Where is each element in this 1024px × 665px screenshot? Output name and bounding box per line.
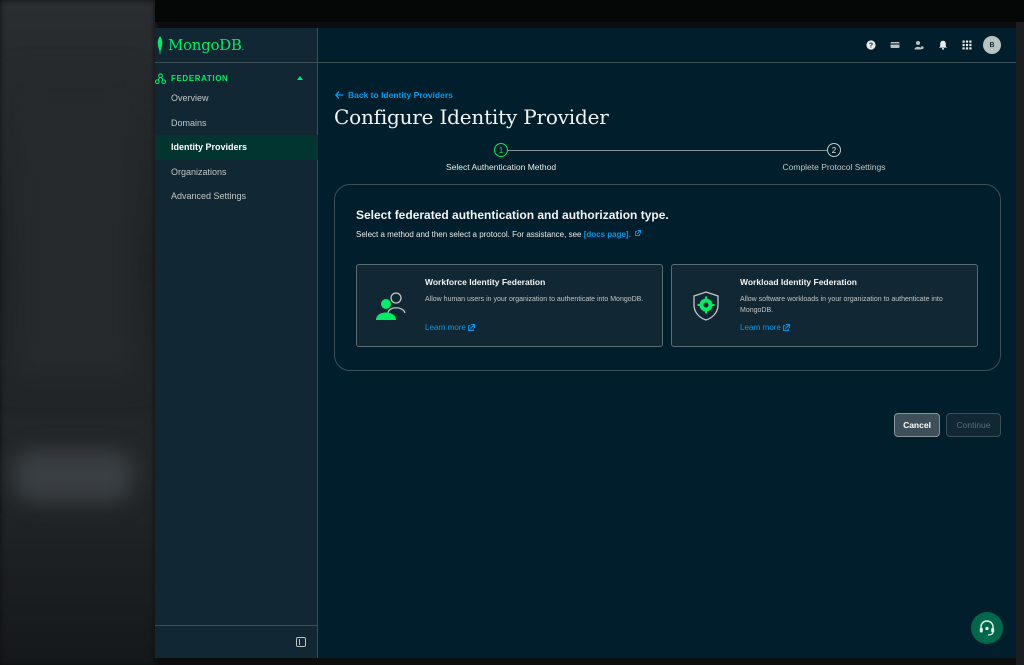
stepper-line [501,150,834,151]
learn-more-label: Learn more [425,323,466,332]
federation-icon [155,72,166,84]
cancel-button[interactable]: Cancel [894,413,940,437]
stepper: 1 2 Select Authentication Method Complet… [318,143,1016,175]
step-2-label: Complete Protocol Settings [782,162,886,172]
learn-more-link[interactable]: Learn more [425,323,475,332]
workload-identity-federation-card[interactable]: Workload Identity Federation Allow softw… [671,264,978,347]
step-1-indicator: 1 [494,143,508,157]
learn-more-label: Learn more [740,323,781,332]
logo-text: MongoDB. [168,36,244,54]
mongodb-leaf-icon [157,36,163,54]
page-title: Configure Identity Provider [334,105,609,129]
continue-button[interactable]: Continue [946,413,1001,437]
step-2-indicator: 2 [827,143,841,157]
sidebar: MongoDB. FEDERATION Overview Domains Ide… [155,28,318,658]
blurred-shape [14,450,132,502]
card-title: Workload Identity Federation [740,277,857,287]
external-link-icon [467,324,475,331]
billing-icon[interactable] [883,36,907,54]
back-to-identity-providers-link[interactable]: Back to Identity Providers [335,90,453,100]
collapse-sidebar-icon[interactable] [296,637,306,647]
blurred-panel [10,80,140,380]
auth-type-panel: Select federated authentication and auth… [334,184,1001,371]
federation-section-label: FEDERATION [171,73,229,83]
card-title: Workforce Identity Federation [425,277,546,287]
learn-more-link[interactable]: Learn more [740,323,790,332]
user-access-icon[interactable] [907,36,931,54]
panel-subtitle: Select a method and then select a protoc… [356,230,642,239]
workforce-users-icon [376,292,406,320]
right-strip [1016,22,1024,665]
sidebar-item-overview[interactable]: Overview [155,86,318,111]
workforce-identity-federation-card[interactable]: Workforce Identity Federation Allow huma… [356,264,663,347]
sidebar-footer [155,625,318,658]
card-description: Allow software workloads in your organiz… [740,296,943,314]
sidebar-item-advanced-settings[interactable]: Advanced Settings [155,184,318,209]
external-link-icon [782,324,790,331]
panel-subtitle-text: Select a method and then select a protoc… [356,230,582,239]
sidebar-item-organizations[interactable]: Organizations [155,160,318,185]
federation-nav: FEDERATION Overview Domains Identity Pro… [155,70,318,209]
main-content: Back to Identity Providers Configure Ide… [318,63,1016,658]
panel-title: Select federated authentication and auth… [356,208,669,222]
app-window: MongoDB. FEDERATION Overview Domains Ide… [155,28,1016,658]
top-bar-icons: ? B [859,36,1001,54]
external-link-icon [635,230,642,236]
workload-shield-gear-icon [693,291,719,321]
apps-grid-icon[interactable] [955,36,979,54]
federation-section-header[interactable]: FEDERATION [155,70,318,86]
mongodb-logo[interactable]: MongoDB. [155,28,318,63]
headset-icon [979,620,995,636]
user-avatar[interactable]: B [983,36,1001,54]
top-bar: ? B [318,28,1016,63]
docs-page-link[interactable]: [docs page]. [584,230,631,239]
notifications-bell-icon[interactable] [931,36,955,54]
back-link-label: Back to Identity Providers [348,90,453,100]
card-description: Allow human users in your organization t… [425,296,644,303]
support-chat-button[interactable] [971,612,1003,644]
arrow-left-icon [335,91,344,99]
help-icon[interactable]: ? [859,36,883,54]
step-1-label: Select Authentication Method [445,162,557,172]
sidebar-item-identity-providers[interactable]: Identity Providers [155,135,318,160]
svg-text:?: ? [869,43,873,50]
top-strip [155,0,1024,22]
caret-up-icon[interactable] [297,76,303,80]
sidebar-item-domains[interactable]: Domains [155,111,318,136]
